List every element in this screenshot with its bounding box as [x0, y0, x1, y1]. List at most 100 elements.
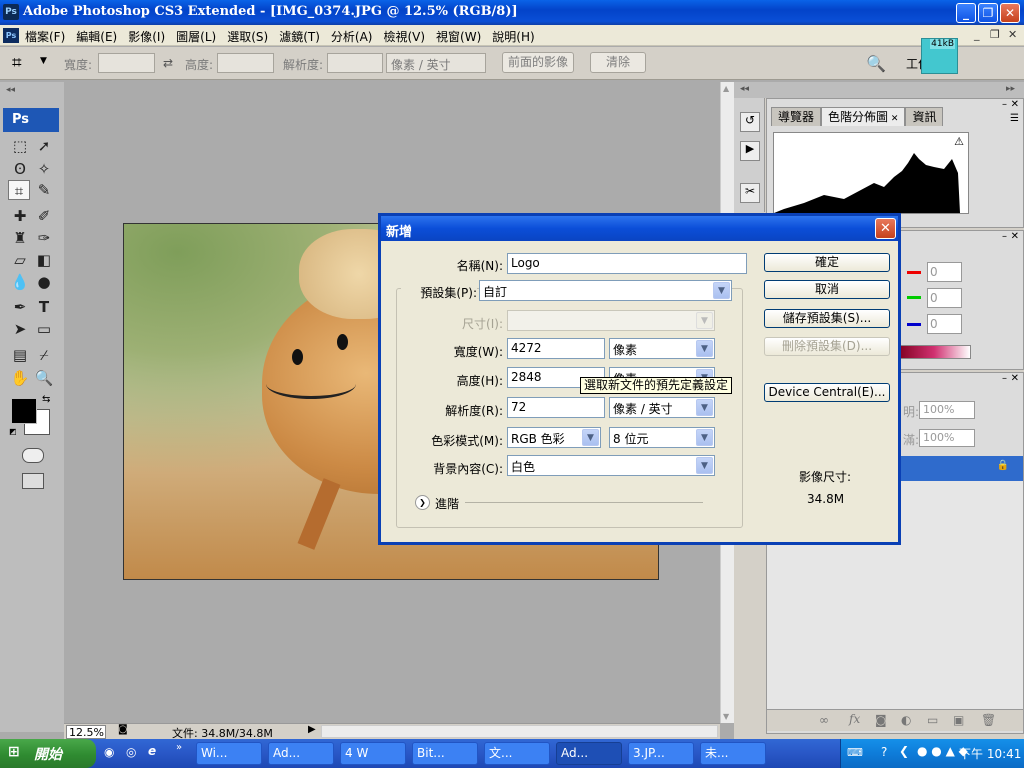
swap-colors-icon[interactable]: ⇆ — [42, 394, 50, 405]
green-value[interactable]: 0 — [927, 288, 962, 308]
scroll-down-icon[interactable]: ▼ — [723, 712, 729, 721]
quick-mask-icon[interactable] — [22, 448, 44, 463]
red-value[interactable]: 0 — [927, 262, 962, 282]
menu-item[interactable]: 濾鏡(T) — [279, 28, 320, 45]
swap-icon[interactable]: ⇄ — [163, 56, 173, 70]
height-input[interactable] — [217, 53, 274, 73]
taskbar-task[interactable]: 未... — [700, 742, 766, 765]
layers-panel-minimize-icon[interactable]: – — [1002, 373, 1007, 384]
ie-icon[interactable]: e — [148, 744, 156, 758]
dock-collapse-icon[interactable]: ◂◂ — [740, 84, 749, 94]
taskbar-task[interactable]: Wi... — [196, 742, 262, 765]
clone-stamp-tool-icon[interactable]: ♜ — [9, 228, 31, 248]
tool-preset-arrow-icon[interactable]: ▼ — [40, 56, 47, 66]
layer-mask-icon[interactable]: ◙ — [875, 713, 887, 727]
advanced-label[interactable]: 進階 — [435, 495, 459, 512]
dock-expand-icon[interactable]: ▸▸ — [1006, 84, 1015, 94]
color-mode-select[interactable]: RGB 色彩 ▼ — [507, 427, 601, 448]
blue-slider[interactable] — [907, 323, 921, 326]
actions-panel-icon[interactable]: ▶ — [740, 141, 760, 161]
lasso-tool-icon[interactable]: ʘ — [9, 159, 31, 179]
layer-style-icon[interactable]: fx — [849, 712, 860, 726]
menu-item[interactable]: 分析(A) — [331, 28, 373, 45]
type-tool-icon[interactable]: T — [33, 297, 55, 317]
front-image-button[interactable]: 前面的影像 — [502, 52, 574, 73]
hand-tool-icon[interactable]: ✋ — [9, 368, 31, 388]
background-dropdown-icon[interactable]: ▼ — [696, 457, 713, 474]
menu-item[interactable]: 檢視(V) — [383, 28, 425, 45]
magic-wand-tool-icon[interactable]: ✧ — [33, 159, 55, 179]
dialog-close-button[interactable]: ✕ — [875, 218, 896, 239]
layers-panel-close-icon[interactable]: ✕ — [1011, 373, 1019, 384]
panel-tab[interactable]: 導覽器 — [771, 107, 822, 126]
document-icon[interactable]: Ps — [3, 28, 19, 43]
slice-tool-icon[interactable]: ✎ — [33, 180, 55, 200]
panel-close-icon[interactable]: ✕ — [1011, 99, 1019, 110]
save-preset-button[interactable]: 儲存預設集(S)... — [764, 309, 890, 328]
tray-expand-icon[interactable]: ❮ — [899, 744, 909, 758]
link-layers-icon[interactable]: ∞ — [819, 713, 829, 727]
preset-select[interactable]: 自訂 ▼ — [479, 280, 732, 301]
device-central-button[interactable]: Device Central(E)... — [764, 383, 890, 402]
panel-menu-icon[interactable]: ☰ — [1010, 113, 1019, 124]
show-desktop-icon[interactable]: ◉ — [104, 745, 114, 759]
eraser-tool-icon[interactable]: ▱ — [9, 250, 31, 270]
close-button[interactable]: ✕ — [1000, 3, 1020, 23]
panel-tab[interactable]: 色階分佈圖 ✕ — [821, 107, 906, 126]
marquee-tool-icon[interactable]: ⬚ — [9, 136, 31, 156]
pen-tool-icon[interactable]: ✒ — [9, 297, 31, 317]
tray-help-icon[interactable]: ? — [881, 745, 887, 759]
crop-tool-icon[interactable]: ⌗ — [8, 180, 30, 200]
start-button[interactable]: ⊞ 開始 — [0, 739, 96, 768]
doc-close-icon[interactable]: ✕ — [1008, 28, 1017, 41]
width-unit-dropdown-icon[interactable]: ▼ — [696, 340, 713, 357]
width-unit-select[interactable]: 像素 ▼ — [609, 338, 715, 359]
media-player-icon[interactable]: ◎ — [126, 745, 136, 759]
taskbar-task[interactable]: 文... — [484, 742, 550, 765]
status-arrow-icon[interactable]: ▶ — [308, 724, 316, 735]
blue-value[interactable]: 0 — [927, 314, 962, 334]
panel-minimize-icon[interactable]: – — [1002, 99, 1007, 110]
tool-presets-panel-icon[interactable]: ✂ — [740, 183, 760, 203]
color-panel-close-icon[interactable]: ✕ — [1011, 231, 1019, 242]
horizontal-scrollbar[interactable] — [321, 725, 718, 738]
new-layer-icon[interactable]: ▣ — [953, 713, 964, 727]
bit-depth-dropdown-icon[interactable]: ▼ — [696, 429, 713, 446]
tab-close-icon[interactable]: ✕ — [888, 114, 899, 124]
width-input[interactable] — [98, 53, 155, 73]
clock[interactable]: 下午 10:41 — [959, 745, 1021, 762]
menu-item[interactable]: 選取(S) — [227, 28, 268, 45]
red-slider[interactable] — [907, 271, 921, 274]
quicklaunch-more-icon[interactable]: » — [176, 742, 182, 753]
move-tool-icon[interactable]: ➚ — [33, 136, 55, 156]
zoom-tool-icon[interactable]: 🔍 — [33, 368, 55, 388]
width-input[interactable]: 4272 — [507, 338, 605, 359]
tray-keyboard-icon[interactable]: ⌨ — [847, 746, 863, 759]
preset-dropdown-icon[interactable]: ▼ — [713, 282, 730, 299]
shape-tool-icon[interactable]: ▭ — [33, 319, 55, 339]
collapse-arrows-icon[interactable]: ◂◂ — [6, 85, 15, 95]
taskbar-task[interactable]: 3.JP... — [628, 742, 694, 765]
opacity-value[interactable]: 100% — [919, 401, 975, 419]
name-input[interactable]: Logo — [507, 253, 747, 274]
menu-item[interactable]: 影像(I) — [128, 28, 165, 45]
fill-value[interactable]: 100% — [919, 429, 975, 447]
color-mode-dropdown-icon[interactable]: ▼ — [582, 429, 599, 446]
minimize-button[interactable]: _ — [956, 3, 976, 23]
advanced-toggle-icon[interactable]: ❯ — [415, 495, 430, 510]
screen-mode-icon[interactable] — [22, 473, 44, 489]
bridge-icon[interactable]: 🔍 — [866, 54, 886, 73]
taskbar-task[interactable]: Bit... — [412, 742, 478, 765]
eyedropper-tool-icon[interactable]: ⌿ — [33, 345, 55, 365]
green-slider[interactable] — [907, 296, 921, 299]
resolution-input[interactable] — [327, 53, 383, 73]
history-brush-tool-icon[interactable]: ✑ — [33, 228, 55, 248]
gradient-tool-icon[interactable]: ◧ — [33, 250, 55, 270]
resolution-unit-select[interactable]: 像素 / 英寸 ▼ — [609, 397, 715, 418]
crop-tool-icon[interactable]: ⌗ — [12, 53, 22, 73]
dodge-tool-icon[interactable]: ● — [33, 272, 55, 292]
cancel-button[interactable]: 取消 — [764, 280, 890, 299]
foreground-color-front[interactable] — [11, 398, 37, 424]
resolution-input[interactable]: 72 — [507, 397, 605, 418]
ok-button[interactable]: 確定 — [764, 253, 890, 272]
